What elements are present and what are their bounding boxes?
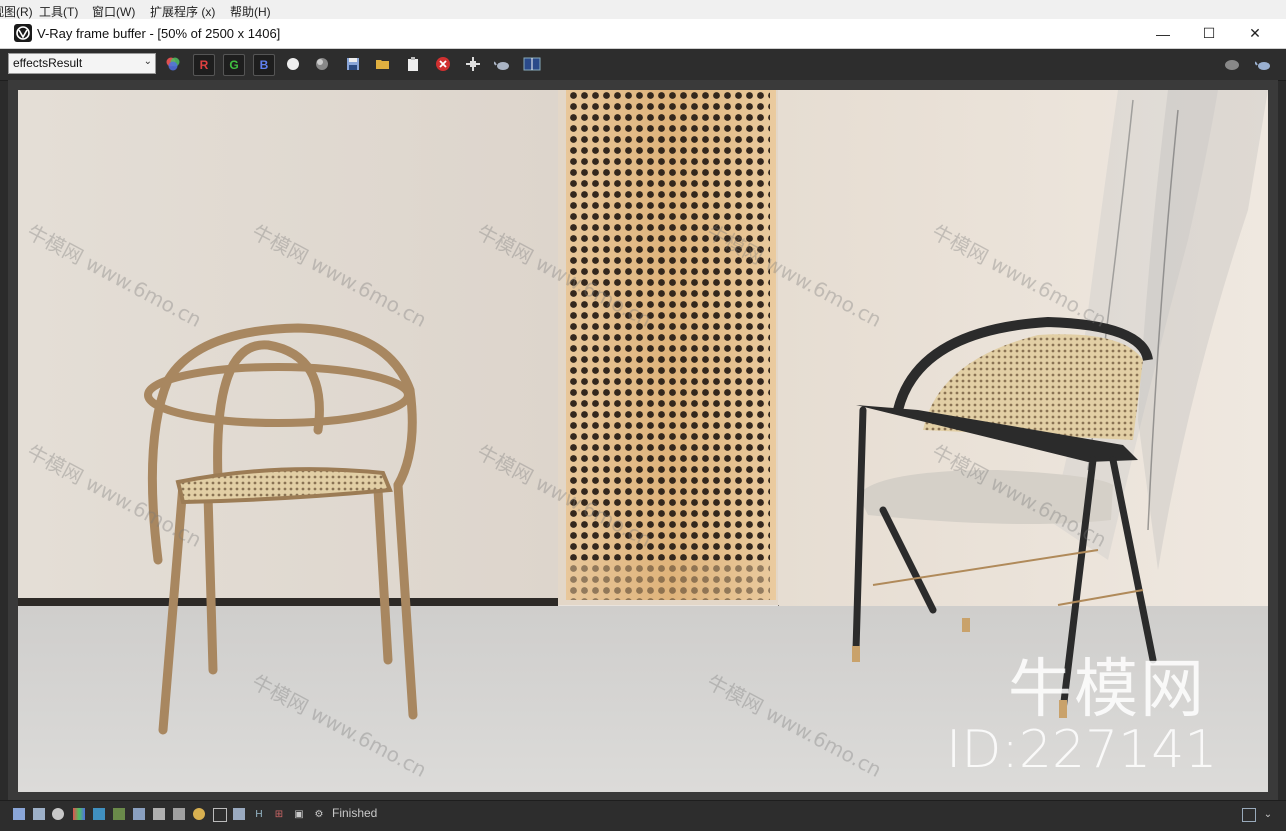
region-render-icon[interactable]: ▣ <box>293 808 305 820</box>
menu-tools[interactable]: 工具(T) <box>39 3 78 20</box>
watermark-brand-large: 牛模网 <box>1008 653 1206 727</box>
color-correction-icon[interactable] <box>73 808 85 820</box>
menu-window[interactable]: 窗口(W) <box>92 3 135 20</box>
blue-channel-button[interactable]: B <box>253 54 275 76</box>
settings-icon[interactable]: ⚙ <box>313 808 325 820</box>
render-status: Finished <box>332 806 378 820</box>
window-titlebar: V-Ray frame buffer - [50% of 2500 x 1406… <box>0 19 1286 49</box>
vfb-toolbar: effectsResult ⌄ R G B <box>0 49 1286 81</box>
levels-icon[interactable] <box>113 808 125 820</box>
render-viewport[interactable]: 牛模网 www.6mo.cn 牛模网 www.6mo.cn 牛模网 www.6m… <box>8 80 1278 800</box>
channel-value: effectsResult <box>13 56 83 70</box>
render-teapot-right-icon[interactable] <box>1254 54 1274 74</box>
curves-icon[interactable] <box>133 808 145 820</box>
history-icon[interactable] <box>13 808 25 820</box>
compare-ab-icon[interactable] <box>522 54 542 74</box>
minimize-icon: — <box>1156 25 1170 42</box>
green-channel-button[interactable]: G <box>223 54 245 76</box>
save-image-icon[interactable] <box>343 54 363 74</box>
monochrome-icon[interactable] <box>312 54 332 74</box>
info-icon[interactable] <box>52 808 64 820</box>
channel-dropdown[interactable]: effectsResult ⌄ <box>8 53 156 74</box>
alpha-channel-icon[interactable] <box>283 54 303 74</box>
white-balance-icon[interactable] <box>213 808 227 822</box>
menu-help[interactable]: 帮助(H) <box>230 3 271 20</box>
chevron-down-icon: ⌄ <box>143 56 152 67</box>
histogram-icon[interactable]: H <box>253 808 265 820</box>
pixel-info-icon[interactable]: ⊞ <box>273 808 285 820</box>
menu-view[interactable]: 视图(R) <box>0 3 33 20</box>
maximize-button[interactable]: ☐ <box>1186 19 1232 48</box>
load-image-icon[interactable] <box>373 54 393 74</box>
exposure-icon[interactable] <box>173 808 185 820</box>
track-mouse-icon[interactable] <box>463 54 483 74</box>
layers-icon[interactable] <box>33 808 45 820</box>
render-teapot-icon[interactable] <box>493 54 513 74</box>
background-icon[interactable] <box>233 808 245 820</box>
red-channel-button[interactable]: R <box>193 54 215 76</box>
watermark-id: ID:227141 <box>946 720 1218 780</box>
vray-logo-icon <box>14 24 32 42</box>
app-menubar: 视图(R) 工具(T) 窗口(W) 扩展程序 (x) 帮助(H) <box>0 0 1286 20</box>
close-button[interactable]: ✕ <box>1232 19 1278 48</box>
minimize-button[interactable]: — <box>1140 19 1186 48</box>
clipboard-icon[interactable] <box>403 54 423 74</box>
hue-saturation-icon[interactable] <box>193 808 205 820</box>
lens-effects-icon[interactable] <box>93 808 105 820</box>
menu-extensions[interactable]: 扩展程序 (x) <box>150 3 215 20</box>
maximize-icon: ☐ <box>1202 25 1216 41</box>
window-title: V-Ray frame buffer - [50% of 2500 x 1406… <box>37 26 281 41</box>
close-icon: ✕ <box>1249 25 1261 41</box>
color-channels-icon[interactable] <box>163 54 183 74</box>
rendered-image: 牛模网 www.6mo.cn 牛模网 www.6mo.cn 牛模网 www.6m… <box>18 90 1268 792</box>
panel-toggle-icon[interactable] <box>1242 808 1256 822</box>
clear-image-icon[interactable] <box>433 54 453 74</box>
lut-icon[interactable] <box>153 808 165 820</box>
expand-chevron-icon[interactable]: ⌄ <box>1262 808 1274 820</box>
vfb-statusbar: H ⊞ ▣ ⚙ ⌄ <box>0 800 1286 831</box>
stop-render-icon[interactable] <box>1222 54 1242 74</box>
